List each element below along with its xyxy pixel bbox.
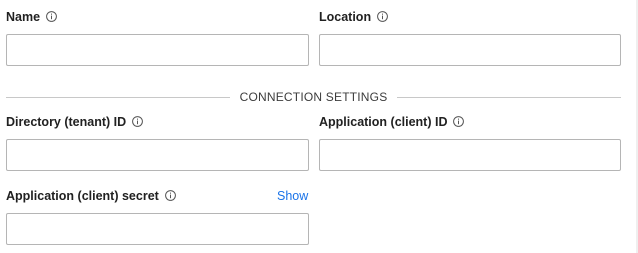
tenant-id-label-text: Directory (tenant) ID (6, 115, 127, 129)
name-input[interactable] (6, 34, 309, 66)
name-label: Name (6, 9, 57, 25)
client-secret-label: Application (client) secret (6, 188, 176, 204)
info-icon[interactable] (377, 10, 388, 22)
info-icon[interactable] (132, 115, 144, 127)
tenant-id-input[interactable] (6, 139, 309, 171)
connection-settings-divider: CONNECTION SETTINGS (6, 89, 621, 105)
tenant-id-label: Directory (tenant) ID (6, 114, 144, 130)
info-icon[interactable] (46, 10, 57, 22)
info-icon[interactable] (453, 115, 465, 127)
divider-line-left (6, 96, 230, 98)
location-label: Location (319, 9, 388, 25)
name-label-text: Name (6, 10, 41, 24)
info-icon[interactable] (164, 189, 176, 201)
client-id-label: Application (client) ID (319, 114, 465, 130)
divider-line-right (397, 96, 621, 98)
section-title: CONNECTION SETTINGS (239, 90, 388, 104)
client-secret-label-text: Application (client) secret (6, 189, 159, 203)
location-input[interactable] (319, 34, 621, 66)
client-secret-input[interactable] (6, 213, 309, 245)
client-id-label-text: Application (client) ID (319, 115, 448, 129)
show-secret-link[interactable]: Show (277, 188, 308, 204)
location-label-text: Location (319, 10, 372, 24)
client-id-input[interactable] (319, 139, 621, 171)
